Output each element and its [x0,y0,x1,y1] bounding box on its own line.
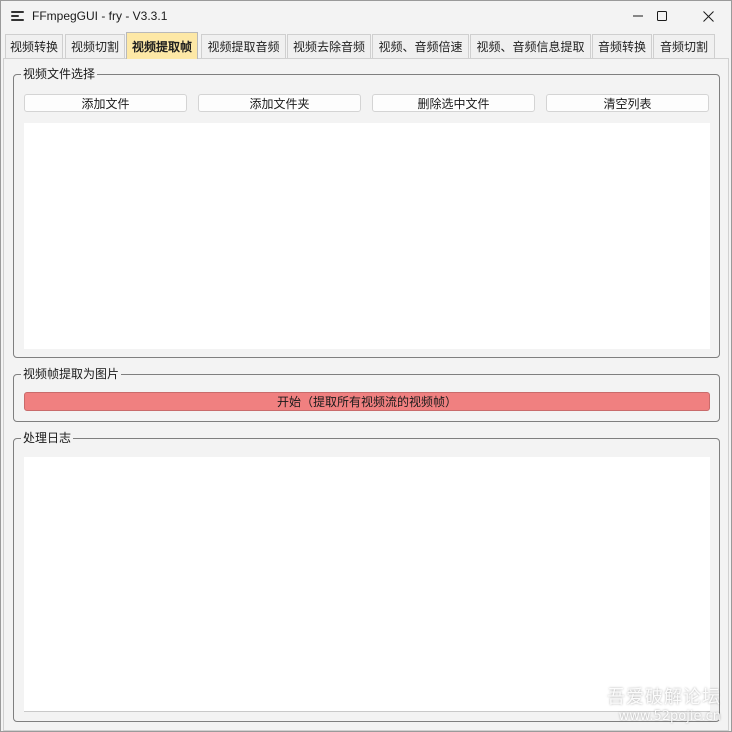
delete-selected-button[interactable]: 删除选中文件 [372,94,535,112]
tab-audio-convert[interactable]: 音频转换 [592,34,652,58]
tab-video-cut[interactable]: 视频切割 [65,34,125,58]
tab-speed[interactable]: 视频、音频倍速 [372,34,469,58]
tab-video-extract-frames[interactable]: 视频提取帧 [126,32,198,59]
title-bar[interactable]: FFmpegGUI - fry - V3.3.1 [1,1,731,31]
file-select-legend: 视频文件选择 [21,67,98,81]
watermark-line1: 吾爱破解论坛 [607,687,721,708]
window-title: FFmpegGUI - fry - V3.3.1 [32,9,168,23]
start-button[interactable]: 开始（提取所有视频流的视频帧） [24,392,710,411]
close-button[interactable] [685,1,731,31]
watermark-line2: www.52pojie.cn [618,709,721,724]
log-group: 处理日志 [13,431,720,722]
tab-video-remove-audio[interactable]: 视频去除音频 [287,34,371,58]
add-file-button[interactable]: 添加文件 [24,94,187,112]
file-list[interactable] [24,123,710,349]
extract-frames-legend: 视频帧提取为图片 [21,367,122,381]
tab-video-extract-audio[interactable]: 视频提取音频 [201,34,286,58]
extract-frames-group: 视频帧提取为图片 开始（提取所有视频流的视频帧） [13,367,720,422]
add-folder-button[interactable]: 添加文件夹 [198,94,361,112]
app-window: FFmpegGUI - fry - V3.3.1 视频转换 视频切割 视频提取帧… [0,0,732,732]
clear-list-button[interactable]: 清空列表 [546,94,709,112]
file-select-group: 视频文件选择 添加文件 添加文件夹 删除选中文件 清空列表 [13,67,720,358]
maximize-icon [657,11,667,21]
tab-media-info[interactable]: 视频、音频信息提取 [470,34,591,58]
tab-audio-cut[interactable]: 音频切割 [653,34,715,58]
close-icon [702,10,714,22]
app-menu-icon[interactable] [11,10,24,22]
tab-bar: 视频转换 视频切割 视频提取帧 视频提取音频 视频去除音频 视频、音频倍速 视频… [3,32,729,59]
watermark: 吾爱破解论坛 www.52pojie.cn [607,687,721,725]
log-legend: 处理日志 [21,431,74,445]
tab-video-convert[interactable]: 视频转换 [5,34,63,58]
maximize-button[interactable] [639,1,685,31]
log-textarea[interactable] [24,457,710,711]
tab-pane: 视频文件选择 添加文件 添加文件夹 删除选中文件 清空列表 视频帧提取为图片 开… [3,58,729,731]
